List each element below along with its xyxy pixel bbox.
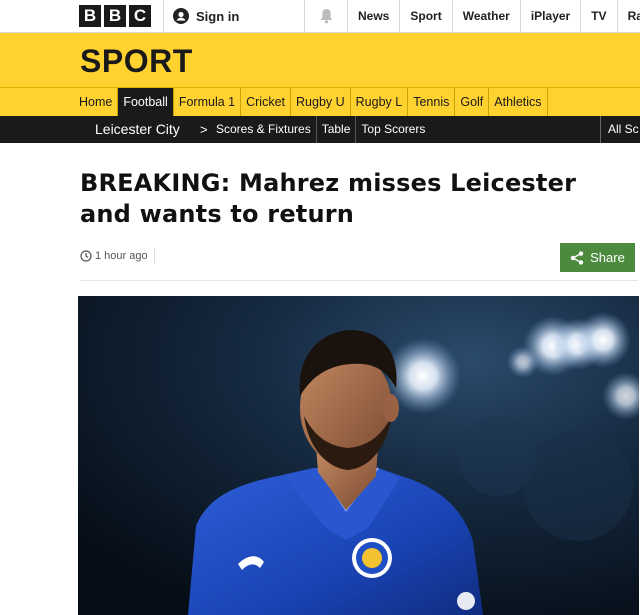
notifications-button[interactable] — [304, 0, 347, 32]
global-nav: News Sport Weather iPlayer TV Rad — [347, 0, 640, 32]
bbc-logo-letter-2: B — [104, 5, 126, 27]
hero-illustration — [78, 296, 639, 615]
sport-nav-tennis[interactable]: Tennis — [408, 88, 456, 117]
sport-nav-athletics[interactable]: Athletics — [489, 88, 548, 117]
nav-news[interactable]: News — [347, 0, 399, 32]
subnav-scores-fixtures[interactable]: Scores & Fixtures — [216, 116, 317, 143]
user-icon — [173, 8, 189, 24]
subnav-all-sports[interactable]: All Sc — [600, 116, 639, 143]
sport-nav-golf[interactable]: Golf — [455, 88, 490, 117]
share-icon — [570, 250, 584, 265]
article-meta: 1 hour ago — [80, 246, 155, 266]
team-link[interactable]: Leicester City — [95, 116, 180, 143]
share-label: Share — [590, 250, 625, 265]
nav-tv[interactable]: TV — [580, 0, 616, 32]
sign-in-link[interactable]: Sign in — [163, 0, 304, 32]
sport-banner: SPORT — [0, 33, 640, 87]
nav-weather[interactable]: Weather — [451, 0, 520, 32]
subnav-top-scorers[interactable]: Top Scorers — [356, 116, 430, 143]
share-button[interactable]: Share — [560, 243, 635, 272]
sport-nav-home[interactable]: Home — [74, 88, 119, 117]
bbc-logo-letter-3: C — [129, 5, 151, 27]
article-timestamp: 1 hour ago — [95, 250, 148, 262]
sport-nav: Home Football Formula 1 Cricket Rugby U … — [0, 87, 640, 117]
sport-nav-rugby-league[interactable]: Rugby L — [351, 88, 409, 117]
nav-radio[interactable]: Rad — [616, 0, 640, 32]
chevron-right-icon: > — [200, 122, 208, 137]
sport-title[interactable]: SPORT — [80, 43, 193, 80]
nav-iplayer[interactable]: iPlayer — [519, 0, 580, 32]
sport-nav-rugby-union[interactable]: Rugby U — [291, 88, 351, 117]
sport-nav-cricket[interactable]: Cricket — [241, 88, 292, 117]
team-subnav: Leicester City > Scores & Fixtures Table… — [0, 116, 640, 143]
meta-divider — [153, 248, 155, 264]
article-hero-image[interactable] — [78, 296, 639, 615]
bbc-logo-letter-1: B — [79, 5, 101, 27]
meta-rule — [80, 280, 638, 281]
sign-in-label: Sign in — [196, 8, 240, 24]
article-headline: BREAKING: Mahrez misses Leicester and wa… — [80, 169, 577, 228]
nav-sport[interactable]: Sport — [399, 0, 451, 32]
bbc-logo[interactable]: B B C — [79, 5, 151, 27]
global-header: B B C Sign in News Sport Weather iPlayer… — [0, 0, 640, 33]
sport-nav-formula1[interactable]: Formula 1 — [174, 88, 242, 117]
bell-icon — [320, 9, 332, 24]
clock-icon — [80, 250, 92, 262]
sport-nav-football[interactable]: Football — [118, 88, 174, 117]
subnav-table[interactable]: Table — [317, 116, 357, 143]
